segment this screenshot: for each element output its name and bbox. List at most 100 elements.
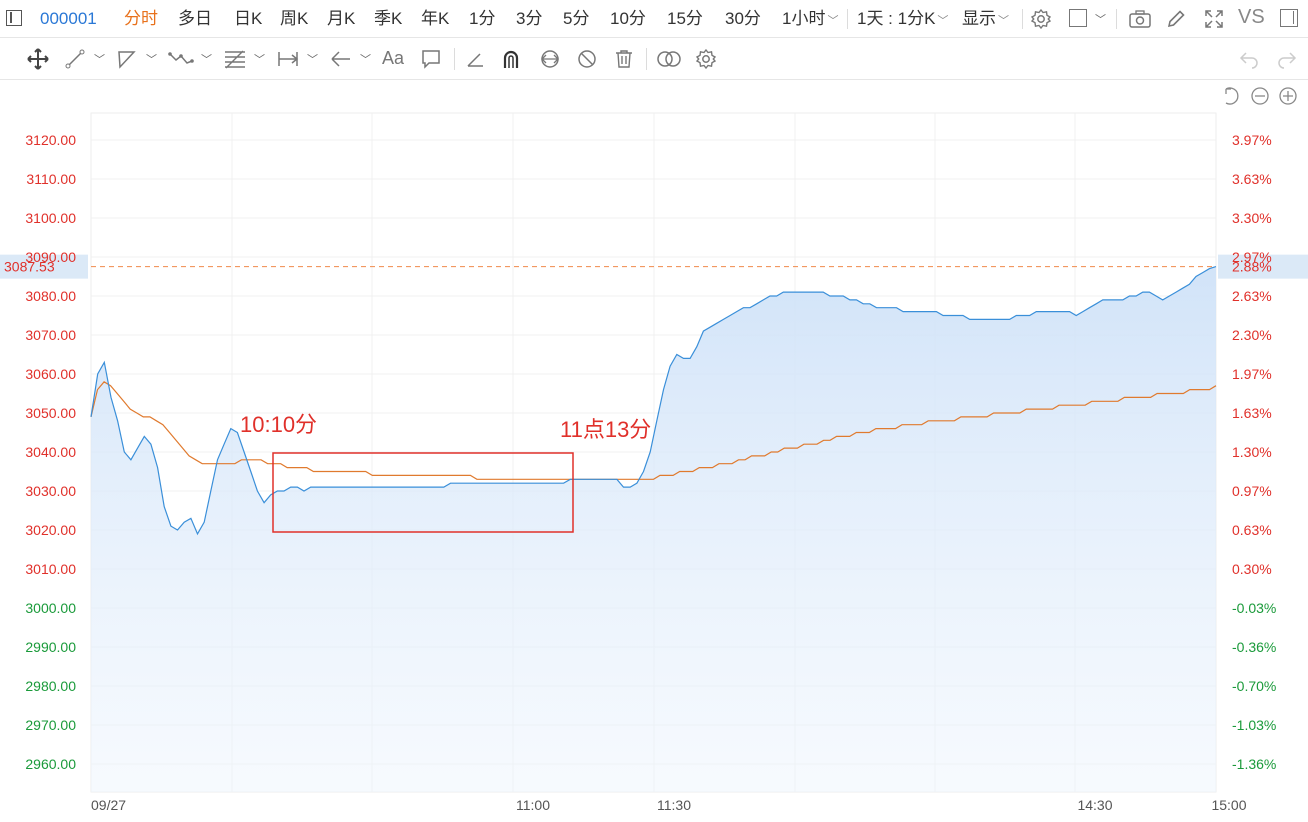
y-tick-label: 3010.00: [25, 561, 76, 577]
y-tick-label: 3030.00: [25, 483, 76, 499]
y-tick-label: 2980.00: [25, 678, 76, 694]
chevron-down-icon[interactable]: ﹀: [201, 51, 212, 67]
annotation-end-time: 11点13分: [560, 417, 651, 442]
period-tab[interactable]: 1分: [469, 8, 495, 30]
hide-drawings-icon[interactable]: [576, 48, 598, 70]
period-tab[interactable]: 3分: [516, 8, 542, 30]
y-tick-label: 3090.00: [25, 249, 76, 265]
y-tick-pct-label: -1.03%: [1232, 717, 1276, 733]
magnet-icon[interactable]: [500, 48, 522, 70]
y-tick-pct-label: 2.97%: [1232, 249, 1272, 265]
chevron-down-icon[interactable]: ﹀: [1095, 11, 1106, 27]
y-tick-label: 3110.00: [26, 171, 76, 187]
wave-tool-icon[interactable]: [168, 48, 194, 70]
y-tick-pct-label: 1.30%: [1232, 444, 1272, 460]
y-tick-label: 2960.00: [25, 756, 76, 772]
annotation-start-time: 10:10分: [240, 412, 317, 437]
intraday-chart[interactable]: 3087.53 2.88% 3120.003110.003100.003090.0…: [0, 80, 1308, 822]
y-tick-pct-label: 1.63%: [1232, 405, 1272, 421]
chevron-down-icon[interactable]: ﹀: [146, 51, 157, 67]
comment-tool-icon[interactable]: [420, 48, 442, 70]
y-tick-pct-label: 2.63%: [1232, 288, 1272, 304]
x-tick-label: 14:30: [1077, 797, 1112, 813]
pencil-icon[interactable]: [1165, 8, 1187, 30]
angle-tool-icon[interactable]: [464, 48, 486, 70]
period-tab[interactable]: 月K: [327, 8, 355, 30]
vs-button[interactable]: VS: [1238, 6, 1265, 28]
x-axis: 09/27 11:00 11:30 14:30 15:00: [91, 797, 1247, 813]
chevron-down-icon: ﹀: [827, 15, 839, 27]
camera-icon[interactable]: [1128, 9, 1152, 29]
period-tab[interactable]: 季K: [374, 8, 402, 30]
divider: [646, 48, 647, 70]
polyline-tool-icon[interactable]: [116, 48, 138, 70]
y-tick-pct-label: 1.97%: [1232, 366, 1272, 382]
period-tab[interactable]: 日K: [234, 8, 262, 30]
y-tick-pct-label: -0.70%: [1232, 678, 1276, 694]
y-tick-label: 3060.00: [25, 366, 76, 382]
divider: [454, 48, 455, 70]
chart-area[interactable]: 3087.53 2.88% 3120.00 3110.00 3100.00 3090.0…: [0, 80, 1308, 822]
sync-drawings-icon[interactable]: [538, 48, 562, 70]
period-toolbar: 000001 分时 多日 日K 周K 月K 季K 年K 1分 3分 5分 10分 15分 30分 1小时…: [0, 0, 1308, 38]
divider: [1022, 9, 1023, 29]
stock-code[interactable]: 000001: [40, 8, 97, 30]
period-tab[interactable]: 多日: [178, 8, 212, 30]
y-tick-pct-label: 0.63%: [1232, 522, 1272, 538]
period-tab[interactable]: 分时: [124, 8, 158, 30]
y-tick-pct-label: 3.63%: [1232, 171, 1272, 187]
y-tick-pct-label: -1.36%: [1232, 756, 1276, 772]
redo-icon[interactable]: [1276, 49, 1298, 69]
undo-icon[interactable]: [1238, 49, 1260, 69]
range-select[interactable]: 1天 : 1分K ﹀: [857, 8, 948, 32]
y-tick-pct-label: 3.30%: [1232, 210, 1272, 226]
trash-icon[interactable]: [613, 48, 635, 70]
divider: [1116, 9, 1117, 29]
move-cross-icon[interactable]: [26, 47, 50, 71]
chevron-down-icon[interactable]: ﹀: [94, 51, 105, 67]
chevron-down-icon[interactable]: ﹀: [360, 51, 371, 67]
y-tick-label: 2970.00: [25, 717, 76, 733]
chevron-down-icon: ﹀: [937, 15, 949, 27]
y-axis-right: 3.97% 3.63% 3.30% 2.97% 2.63% 2.30% 1.97% 1.63%…: [1232, 132, 1276, 772]
chevron-down-icon[interactable]: ﹀: [254, 51, 265, 67]
y-tick-label: 3040.00: [25, 444, 76, 460]
fib-tool-icon[interactable]: [223, 48, 247, 70]
sidebar-toggle-icon[interactable]: [6, 10, 22, 26]
reset-zoom-icon[interactable]: [1225, 87, 1239, 105]
chevron-down-icon[interactable]: ﹀: [307, 51, 318, 67]
y-tick-pct-label: -0.03%: [1232, 600, 1276, 616]
y-tick-label: 2990.00: [25, 639, 76, 655]
drawing-settings-gear-icon[interactable]: [695, 48, 717, 70]
y-tick-label: 3070.00: [25, 327, 76, 343]
settings-gear-icon[interactable]: [1030, 8, 1052, 30]
line-tool-icon[interactable]: [64, 48, 86, 70]
y-tick-pct-label: 0.30%: [1232, 561, 1272, 577]
layout-square-icon[interactable]: [1069, 9, 1087, 27]
y-tick-label: 3100.00: [25, 210, 76, 226]
period-tab[interactable]: 5分: [563, 8, 589, 30]
zoom-controls: [1225, 87, 1297, 105]
arrow-left-icon[interactable]: [329, 48, 353, 70]
zoom-out-icon[interactable]: [1251, 87, 1269, 105]
display-select[interactable]: 显示 ﹀: [962, 8, 1009, 32]
range-measure-icon[interactable]: [276, 48, 300, 70]
y-tick-label: 3000.00: [25, 600, 76, 616]
fullscreen-icon[interactable]: [1203, 8, 1225, 30]
text-tool-icon[interactable]: Aa: [382, 48, 404, 69]
zoom-in-icon[interactable]: [1279, 87, 1297, 105]
compare-rings-icon[interactable]: [656, 49, 682, 69]
period-tab[interactable]: 15分: [667, 8, 703, 30]
chevron-down-icon: ﹀: [998, 15, 1009, 27]
y-tick-pct-label: -0.36%: [1232, 639, 1276, 655]
y-tick-pct-label: 3.97%: [1232, 132, 1272, 148]
period-tab[interactable]: 10分: [610, 8, 646, 30]
x-tick-label: 09/27: [91, 797, 126, 813]
hour-select[interactable]: 1小时 ﹀: [782, 8, 838, 32]
period-tab[interactable]: 周K: [280, 8, 308, 30]
period-tab[interactable]: 年K: [421, 8, 449, 30]
divider: [847, 9, 848, 29]
period-tab[interactable]: 30分: [725, 8, 761, 30]
panel-toggle-icon[interactable]: [1280, 9, 1298, 27]
y-tick-label: 3120.00: [25, 132, 76, 148]
